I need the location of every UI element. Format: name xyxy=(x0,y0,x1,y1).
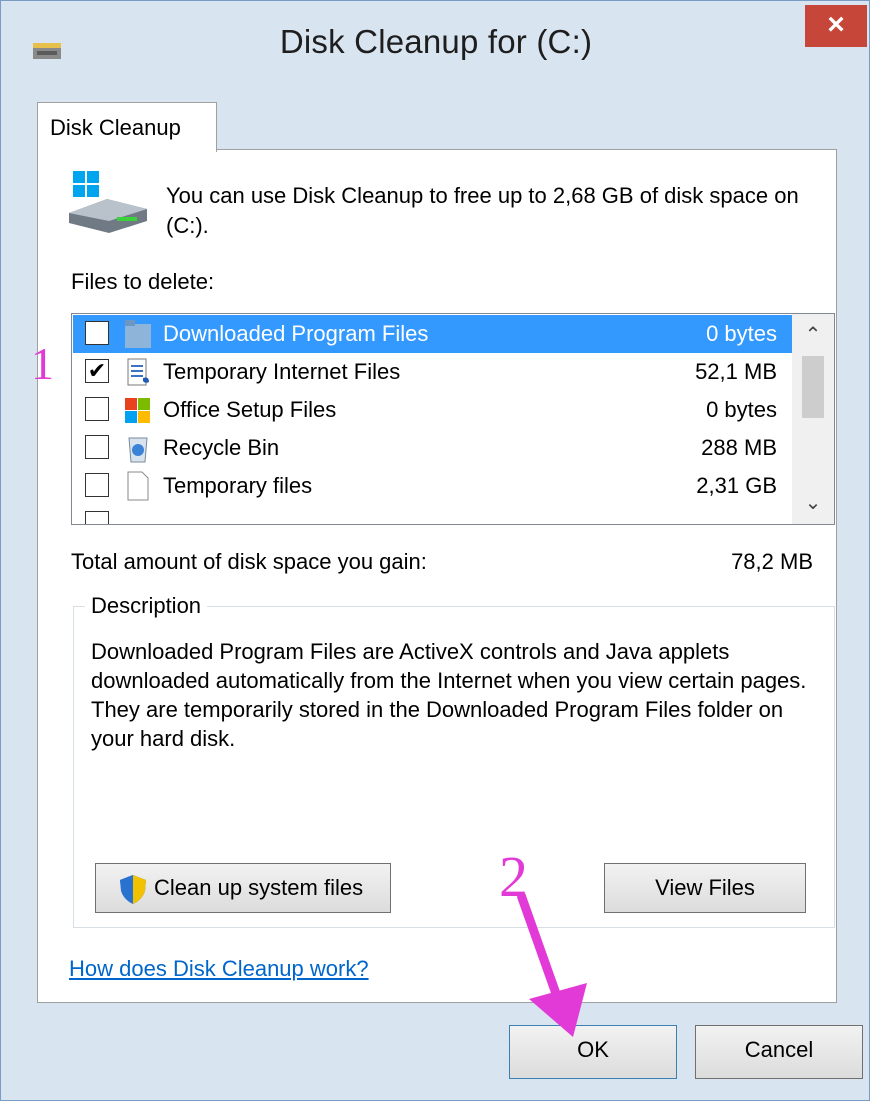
list-item[interactable]: Recycle Bin 288 MB xyxy=(73,429,793,467)
scroll-thumb[interactable] xyxy=(802,356,824,418)
close-button[interactable]: × xyxy=(805,5,867,47)
list-item[interactable]: Office Setup Files 0 bytes xyxy=(73,391,793,429)
annotation-number-1: 1 xyxy=(31,338,54,389)
window-title: Disk Cleanup for (C:) xyxy=(279,23,593,60)
total-label: Total amount of disk space you gain: xyxy=(71,549,427,574)
help-link[interactable]: How does Disk Cleanup work? xyxy=(69,956,369,982)
intro-text: You can use Disk Cleanup to free up to 2… xyxy=(166,183,799,238)
file-size: 52,1 MB xyxy=(695,359,777,384)
uac-shield-icon xyxy=(120,875,146,904)
file-size: 2,31 GB xyxy=(696,473,777,498)
title-bar: Disk Cleanup for (C:) × xyxy=(1,1,870,93)
checkbox[interactable] xyxy=(85,511,109,524)
clean-up-system-files-button[interactable]: Clean up system files xyxy=(95,863,391,913)
folder-icon xyxy=(125,320,151,348)
tab-disk-cleanup[interactable]: Disk Cleanup xyxy=(37,102,217,152)
office-icon xyxy=(125,398,150,423)
checkbox[interactable]: ✔ xyxy=(85,359,109,383)
clean-up-system-files-label: Clean up system files xyxy=(154,875,364,900)
file-name: Temporary Internet Files xyxy=(163,359,401,384)
drive-icon xyxy=(69,171,147,233)
files-to-delete-label: Files to delete: xyxy=(71,269,215,294)
recycle-bin-icon xyxy=(128,437,148,463)
file-size: 0 bytes xyxy=(706,321,777,346)
view-files-button[interactable]: View Files xyxy=(604,863,806,913)
file-name: Office Setup Files xyxy=(163,397,337,422)
description-text: Downloaded Program Files are ActiveX con… xyxy=(91,639,807,751)
document-icon xyxy=(127,358,149,386)
file-name: Temporary files xyxy=(163,473,313,498)
total-value: 78,2 MB xyxy=(731,549,813,574)
scroll-up-icon[interactable]: ⌃ xyxy=(792,318,834,352)
cancel-button[interactable]: Cancel xyxy=(695,1025,863,1079)
checkbox[interactable] xyxy=(85,321,109,345)
files-list[interactable]: Downloaded Program Files 0 bytes ✔ Tempo… xyxy=(71,313,835,525)
disk-cleanup-window: Disk Cleanup for (C:) × Disk Cleanup You… xyxy=(0,0,870,1101)
file-size: 288 MB xyxy=(701,435,777,460)
list-item-partial[interactable] xyxy=(73,505,793,524)
checkbox[interactable] xyxy=(85,473,109,497)
scroll-down-icon[interactable]: ⌄ xyxy=(792,486,834,520)
list-item[interactable]: Temporary files 2,31 GB xyxy=(73,467,793,505)
file-name: Downloaded Program Files xyxy=(163,321,429,346)
checkbox[interactable] xyxy=(85,397,109,421)
file-size: 0 bytes xyxy=(706,397,777,422)
annotation-arrow-icon xyxy=(516,893,587,1037)
list-scrollbar[interactable]: ⌃ ⌄ xyxy=(792,314,834,524)
list-item[interactable]: ✔ Temporary Internet Files 52,1 MB xyxy=(73,353,793,391)
checkbox[interactable] xyxy=(85,435,109,459)
list-item[interactable]: Downloaded Program Files 0 bytes xyxy=(73,315,793,353)
file-name: Recycle Bin xyxy=(163,435,280,460)
description-legend: Description xyxy=(85,593,208,619)
blank-file-icon xyxy=(127,471,149,501)
